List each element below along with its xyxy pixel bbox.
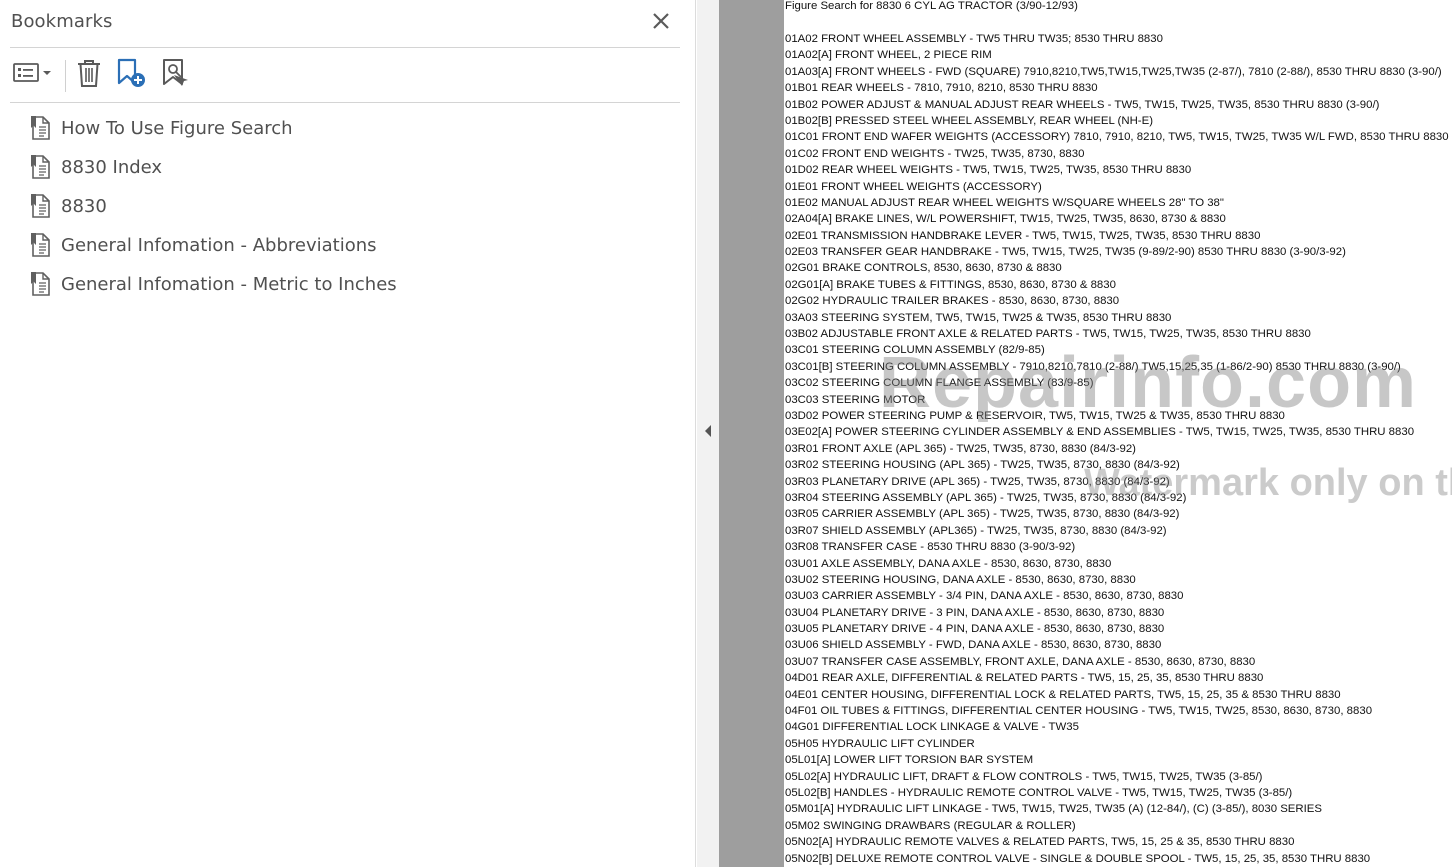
bookmarks-title: Bookmarks [11, 11, 113, 32]
document-heading: Figure Search for 8830 6 CYL AG TRACTOR … [785, 0, 1078, 12]
figure-entry: 01D02 REAR WHEEL WEIGHTS - TW5, TW15, TW… [785, 164, 1192, 177]
figure-entry: 01E01 FRONT WHEEL WEIGHTS (ACCESSORY) [785, 180, 1042, 193]
figure-entry: 04D01 REAR AXLE, DIFFERENTIAL & RELATED … [785, 672, 1264, 685]
bookmark-label: 8830 Index [61, 156, 163, 178]
bookmarks-panel: Bookmarks How To Use Figure Search 8830 … [0, 0, 696, 867]
figure-entry: 03U05 PLANETARY DRIVE - 4 PIN, DANA AXLE… [785, 623, 1165, 636]
close-icon[interactable] [648, 8, 674, 34]
figure-entry: 05L01[A] LOWER LIFT TORSION BAR SYSTEM [785, 754, 1034, 767]
figure-entry: 03R05 CARRIER ASSEMBLY (APL 365) - TW25,… [785, 508, 1180, 521]
document-gutter [719, 0, 784, 867]
figure-entry: 03R08 TRANSFER CASE - 8530 THRU 8830 (3-… [785, 541, 1076, 554]
figure-entry: 03U03 CARRIER ASSEMBLY - 3/4 PIN, DANA A… [785, 590, 1184, 603]
figure-entry: 03C03 STEERING MOTOR [785, 393, 926, 406]
figure-entry: 05L02[A] HYDRAULIC LIFT, DRAFT & FLOW CO… [785, 770, 1263, 783]
figure-entry: 03R04 STEERING ASSEMBLY (APL 365) - TW25… [785, 491, 1187, 504]
bookmark-page-icon [30, 232, 52, 258]
figure-entry: 03U01 AXLE ASSEMBLY, DANA AXLE - 8530, 8… [785, 557, 1112, 570]
bookmark-page-icon [30, 154, 52, 180]
bookmark-search-icon [160, 57, 190, 94]
bookmark-label: 8830 [61, 195, 107, 217]
bookmark-page-icon [30, 271, 52, 297]
figure-entry: 04F01 OIL TUBES & FITTINGS, DIFFERENTIAL… [785, 705, 1373, 718]
figure-entry: 05N02[B] DELUXE REMOTE CONTROL VALVE - S… [785, 852, 1371, 865]
triangle-left-icon[interactable] [703, 424, 713, 443]
figure-entry: 03R02 STEERING HOUSING (APL 365) - TW25,… [785, 459, 1180, 472]
figure-entry: 03A03 STEERING SYSTEM, TW5, TW15, TW25 &… [785, 311, 1172, 324]
figure-entry: 01B02[B] PRESSED STEEL WHEEL ASSEMBLY, R… [785, 114, 1153, 127]
figure-entry: 03D02 POWER STEERING PUMP & RESERVOIR, T… [785, 409, 1285, 422]
toolbar-separator [65, 60, 66, 92]
figure-entry: 05M02 SWINGING DRAWBARS (REGULAR & ROLLE… [785, 819, 1076, 832]
panel-splitter[interactable] [697, 0, 719, 867]
bookmark-add-icon [115, 57, 147, 94]
figure-entry: 03E02[A] POWER STEERING CYLINDER ASSEMBL… [785, 426, 1415, 439]
figure-entry: 03C01[B] STEERING COLUMN ASSEMBLY - 7910… [785, 360, 1401, 373]
bookmarks-toolbar [10, 56, 680, 94]
bookmark-page-icon [30, 193, 52, 219]
divider [10, 47, 680, 48]
figure-entry: 03R01 FRONT AXLE (APL 365) - TW25, TW35,… [785, 442, 1136, 455]
bookmark-item[interactable]: General Infomation - Abbreviations [30, 229, 377, 261]
figure-entry: 03C02 STEERING COLUMN FLANGE ASSEMBLY (8… [785, 377, 1094, 390]
figure-entry: 01C01 FRONT END WAFER WEIGHTS (ACCESSORY… [785, 131, 1449, 144]
new-bookmark-button[interactable] [114, 56, 148, 94]
figure-entry: 03R03 PLANETARY DRIVE (APL 365) - TW25, … [785, 475, 1170, 488]
bookmark-label: General Infomation - Metric to Inches [61, 273, 397, 295]
figure-entry: 03U07 TRANSFER CASE ASSEMBLY, FRONT AXLE… [785, 655, 1256, 668]
bookmark-item[interactable]: How To Use Figure Search [30, 112, 293, 144]
document-page: Figure Search for 8830 6 CYL AG TRACTOR … [784, 0, 1452, 867]
bookmark-item[interactable]: General Infomation - Metric to Inches [30, 268, 397, 300]
figure-entry: 05H05 HYDRAULIC LIFT CYLINDER [785, 737, 975, 750]
figure-entry: 01E02 MANUAL ADJUST REAR WHEEL WEIGHTS W… [785, 196, 1224, 209]
figure-entry: 02E03 TRANSFER GEAR HANDBRAKE - TW5, TW1… [785, 246, 1346, 259]
bookmark-page-icon [30, 115, 52, 141]
figure-entry: 03U06 SHIELD ASSEMBLY - FWD, DANA AXLE -… [785, 639, 1162, 652]
figure-entry: 05M01[A] HYDRAULIC LIFT LINKAGE - TW5, T… [785, 803, 1322, 816]
divider [10, 102, 680, 103]
figure-entry: 02G02 HYDRAULIC TRAILER BRAKES - 8530, 8… [785, 295, 1120, 308]
figure-entry: 04E01 CENTER HOUSING, DIFFERENTIAL LOCK … [785, 688, 1341, 701]
figure-entry: 01A02[A] FRONT WHEEL, 2 PIECE RIM [785, 49, 992, 62]
figure-entry: 01B01 REAR WHEELS - 7810, 7910, 8210, 85… [785, 82, 1098, 95]
figure-entry: 03B02 ADJUSTABLE FRONT AXLE & RELATED PA… [785, 328, 1311, 341]
figure-entry: 03C01 STEERING COLUMN ASSEMBLY (82/9-85) [785, 344, 1045, 357]
figure-entry: 02G01 BRAKE CONTROLS, 8530, 8630, 8730 &… [785, 262, 1062, 275]
figure-entry: 01A02 FRONT WHEEL ASSEMBLY - TW5 THRU TW… [785, 33, 1163, 45]
bookmark-item[interactable]: 8830 Index [30, 151, 162, 183]
bookmark-item[interactable]: 8830 [30, 190, 107, 222]
figure-entry: 01C02 FRONT END WEIGHTS - TW25, TW35, 87… [785, 147, 1085, 160]
list-options-icon [11, 61, 55, 90]
figure-entry: 02E01 TRANSMISSION HANDBRAKE LEVER - TW5… [785, 229, 1261, 242]
bookmark-label: General Infomation - Abbreviations [61, 234, 377, 256]
bookmark-label: How To Use Figure Search [61, 117, 293, 139]
figure-entry: 03U04 PLANETARY DRIVE - 3 PIN, DANA AXLE… [785, 606, 1165, 619]
figure-list: 01A02 FRONT WHEEL ASSEMBLY - TW5 THRU TW… [785, 31, 1449, 867]
figure-entry: 03U02 STEERING HOUSING, DANA AXLE - 8530… [785, 573, 1136, 586]
figure-entry: 02G01[A] BRAKE TUBES & FITTINGS, 8530, 8… [785, 278, 1116, 291]
trash-icon [76, 58, 102, 93]
figure-entry: 04G01 DIFFERENTIAL LOCK LINKAGE & VALVE … [785, 721, 1079, 734]
options-button[interactable] [10, 56, 56, 94]
figure-entry: 02A04[A] BRAKE LINES, W/L POWERSHIFT, TW… [785, 213, 1226, 226]
expand-bookmark-button[interactable] [158, 56, 192, 94]
figure-entry: 01B02 POWER ADJUST & MANUAL ADJUST REAR … [785, 98, 1380, 111]
delete-bookmark-button[interactable] [74, 56, 104, 94]
figure-entry: 05L02[B] HANDLES - HYDRAULIC REMOTE CONT… [785, 786, 1293, 799]
figure-entry: 05N02[A] HYDRAULIC REMOTE VALVES & RELAT… [785, 836, 1295, 849]
figure-entry: 03R07 SHIELD ASSEMBLY (APL365) - TW25, T… [785, 524, 1167, 537]
figure-entry: 01A03[A] FRONT WHEELS - FWD (SQUARE) 791… [785, 65, 1442, 78]
